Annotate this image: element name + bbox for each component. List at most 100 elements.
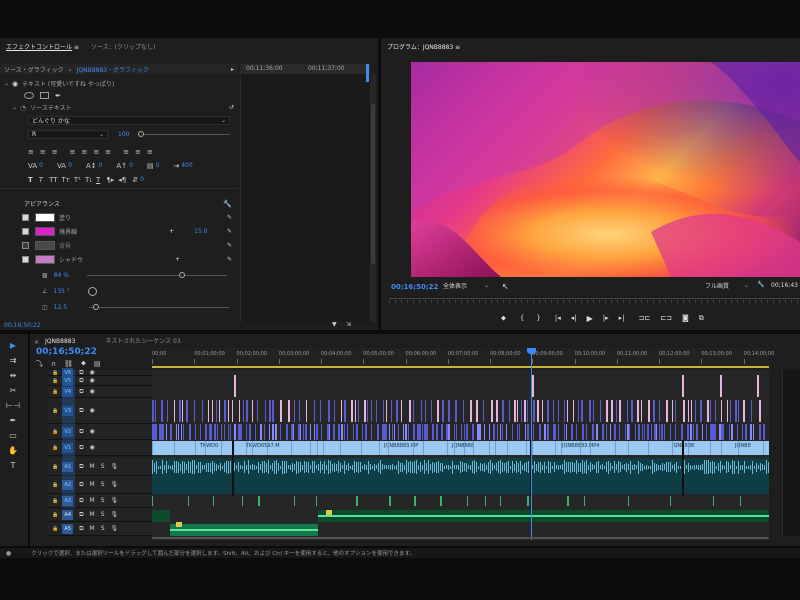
waveform-bar[interactable] <box>300 462 301 472</box>
graphic-clip[interactable] <box>413 400 414 422</box>
video-clip[interactable] <box>651 424 652 440</box>
waveform-bar[interactable] <box>218 465 219 469</box>
graphic-clip[interactable] <box>491 400 493 422</box>
video-clip[interactable] <box>405 424 407 440</box>
program-video-frame[interactable] <box>411 62 800 277</box>
waveform-bar[interactable] <box>214 463 215 471</box>
underline-icon[interactable]: T <box>96 176 100 184</box>
tab-effect-controls[interactable]: エフェクトコントロール ≡ <box>0 40 85 56</box>
waveform-bar[interactable] <box>434 462 435 472</box>
microphone-icon[interactable]: 🎙 <box>111 497 119 504</box>
background-checkbox[interactable] <box>22 242 29 249</box>
waveform-bar[interactable] <box>288 465 289 469</box>
waveform-bar[interactable] <box>596 461 597 473</box>
waveform-bar[interactable] <box>754 465 755 469</box>
waveform-bar[interactable] <box>346 464 347 470</box>
graphic-clip[interactable] <box>558 400 559 422</box>
waveform-bar[interactable] <box>304 461 305 473</box>
solo-button[interactable]: S <box>101 481 105 488</box>
waveform-bar[interactable] <box>490 460 491 474</box>
video-clip[interactable] <box>224 424 225 440</box>
track-label[interactable]: A5 <box>62 523 74 534</box>
step-back-icon[interactable]: ◂| <box>571 314 577 322</box>
stroke-checkbox[interactable] <box>22 228 29 235</box>
waveform-bar[interactable] <box>402 462 403 472</box>
waveform-bar[interactable] <box>634 464 635 470</box>
shadow-angle-value[interactable]: 135 ° <box>53 288 69 295</box>
waveform-bar[interactable] <box>226 461 227 473</box>
waveform-bar[interactable] <box>370 464 371 470</box>
waveform-bar[interactable] <box>154 462 155 472</box>
video-clip[interactable] <box>310 424 311 440</box>
waveform-bar[interactable] <box>748 465 749 469</box>
sequence-path[interactable]: JQNB8883・グラフィック <box>77 65 149 74</box>
waveform-bar[interactable] <box>504 463 505 471</box>
waveform-bar[interactable] <box>698 464 699 470</box>
graphic-clip[interactable] <box>606 400 608 422</box>
waveform-bar[interactable] <box>336 463 337 471</box>
waveform-bar[interactable] <box>284 460 285 474</box>
waveform-bar[interactable] <box>766 460 767 474</box>
waveform-bar[interactable] <box>618 461 619 473</box>
waveform-bar[interactable] <box>726 461 727 473</box>
waveform-bar[interactable] <box>628 464 629 470</box>
toggle-sync-lock-icon[interactable]: ⧉ <box>79 497 83 505</box>
video-clip[interactable] <box>286 424 288 440</box>
video-clip[interactable] <box>566 424 567 440</box>
video-clip[interactable] <box>272 424 274 440</box>
waveform-bar[interactable] <box>316 465 317 469</box>
waveform-bar[interactable] <box>518 462 519 472</box>
font-select[interactable]: どんぐり かな ⌄ <box>28 116 230 125</box>
waveform-bar[interactable] <box>164 464 165 470</box>
video-clip[interactable] <box>436 424 438 440</box>
waveform-bar[interactable] <box>684 460 685 474</box>
waveform-bar[interactable] <box>262 461 263 473</box>
waveform-bar[interactable] <box>524 463 525 471</box>
waveform-bar[interactable] <box>488 461 489 473</box>
waveform-bar[interactable] <box>588 464 589 470</box>
waveform-bar[interactable] <box>640 463 641 471</box>
waveform-bar[interactable] <box>376 465 377 469</box>
video-clip[interactable] <box>181 424 182 440</box>
waveform-bar[interactable] <box>334 462 335 472</box>
video-clip[interactable] <box>484 424 485 440</box>
video-clip[interactable] <box>745 424 747 440</box>
video-clip[interactable] <box>178 424 179 440</box>
audio-clip[interactable] <box>258 496 260 506</box>
waveform-bar[interactable] <box>532 465 533 469</box>
waveform-bar[interactable] <box>322 464 323 470</box>
waveform-bar[interactable] <box>620 462 621 472</box>
graphic-clip[interactable] <box>688 400 689 422</box>
waveform-bar[interactable] <box>406 460 407 474</box>
graphic-clip[interactable] <box>351 400 353 422</box>
waveform-bar[interactable] <box>184 461 185 473</box>
clip-edge[interactable] <box>672 441 673 455</box>
eye-icon[interactable]: ◉ <box>90 388 95 395</box>
waveform-bar[interactable] <box>398 460 399 474</box>
waveform-bar[interactable] <box>282 460 283 474</box>
waveform-bar[interactable] <box>662 463 663 471</box>
waveform-bar[interactable] <box>448 464 449 470</box>
audio-clip[interactable] <box>213 496 214 506</box>
video-clip[interactable] <box>596 424 598 440</box>
video-clip[interactable] <box>234 424 236 440</box>
clip-edge[interactable] <box>221 441 222 455</box>
graphic-clip[interactable] <box>299 400 300 422</box>
waveform-bar[interactable] <box>180 463 181 471</box>
solo-button[interactable]: S <box>101 497 105 504</box>
eye-icon[interactable]: ◉ <box>90 428 95 435</box>
waveform-bar[interactable] <box>574 462 575 472</box>
video-clip[interactable] <box>506 424 507 440</box>
waveform-bar[interactable] <box>598 461 599 473</box>
video-clip[interactable] <box>394 424 395 440</box>
quality-select[interactable]: フル画質 ⌄ <box>705 281 749 290</box>
clip-edge[interactable] <box>473 441 474 455</box>
waveform-bar[interactable] <box>196 465 197 469</box>
waveform-bar[interactable] <box>242 465 243 469</box>
video-clip[interactable] <box>750 424 752 440</box>
video-clip[interactable] <box>606 424 607 440</box>
go-to-out-icon[interactable]: ▸| <box>619 314 625 322</box>
waveform-bar[interactable] <box>460 461 461 473</box>
add-stroke-icon[interactable]: + <box>169 228 174 235</box>
graphic-clip[interactable] <box>707 400 709 422</box>
